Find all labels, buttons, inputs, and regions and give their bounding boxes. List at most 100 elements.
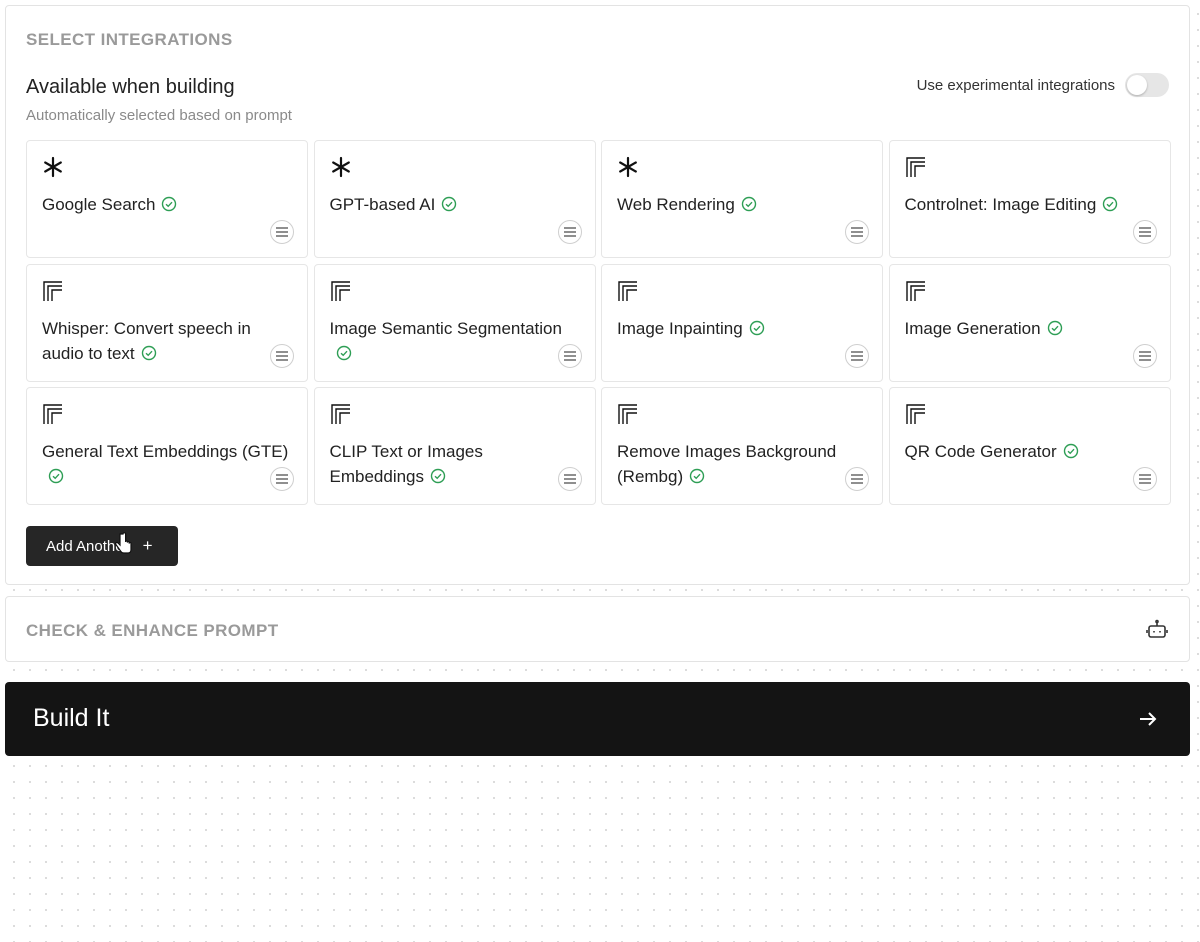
menu-lines-icon <box>276 474 288 484</box>
integration-name: Google Search <box>42 195 156 214</box>
integration-card-label: GPT-based AI <box>330 192 578 217</box>
integration-name: CLIP Text or Images Embeddings <box>329 442 483 486</box>
enhance-panel[interactable]: CHECK & ENHANCE PROMPT <box>5 596 1190 662</box>
integration-card[interactable]: Image Inpainting <box>601 263 883 382</box>
card-menu-button[interactable] <box>845 343 869 368</box>
integrations-section-title: SELECT INTEGRATIONS <box>26 30 233 49</box>
menu-lines-icon <box>851 227 863 237</box>
replicate-icon <box>905 157 925 177</box>
menu-lines-icon <box>851 350 863 361</box>
integration-card-label: Web Rendering <box>617 192 865 217</box>
available-subtitle: Automatically selected based on prompt <box>26 107 292 124</box>
integration-card-label: CLIP Text or Images Embeddings <box>330 439 578 489</box>
check-circle-icon <box>1047 320 1062 335</box>
card-menu-button[interactable] <box>557 467 582 491</box>
replicate-icon <box>618 404 637 424</box>
integration-name: Web Rendering <box>617 195 735 214</box>
integration-card[interactable]: Remove Images Background (Rembg) <box>601 387 883 505</box>
hand-cursor-icon <box>115 532 132 554</box>
integration-name: General Text Embeddings (GTE) <box>42 442 289 461</box>
robot-icon[interactable] <box>1145 618 1169 642</box>
available-title: Available when building <box>26 76 235 98</box>
replicate-icon <box>330 280 350 301</box>
check-circle-icon <box>336 345 351 360</box>
integration-name: GPT-based AI <box>329 195 436 214</box>
integration-name: Image Inpainting <box>617 318 743 338</box>
menu-lines-icon <box>851 474 863 484</box>
card-menu-button[interactable] <box>270 220 294 244</box>
check-circle-icon <box>141 345 156 360</box>
menu-lines-icon <box>276 227 288 237</box>
integration-card[interactable]: CLIP Text or Images Embeddings <box>313 387 596 505</box>
menu-lines-icon <box>1138 350 1151 361</box>
check-circle-icon <box>48 468 64 484</box>
add-another-button[interactable]: Add Another + <box>26 526 178 566</box>
replicate-icon <box>618 280 637 301</box>
integration-card[interactable]: Image Semantic Segmentation <box>313 263 596 382</box>
card-menu-button[interactable] <box>557 343 582 368</box>
check-circle-icon <box>689 468 705 484</box>
integration-card[interactable]: Controlnet: Image Editing <box>888 140 1171 258</box>
menu-lines-icon <box>1138 227 1151 237</box>
replicate-icon <box>330 404 350 424</box>
integration-card[interactable]: Whisper: Convert speech in audio to text <box>26 263 308 382</box>
experimental-toggle-label: Use experimental integrations <box>916 76 1115 94</box>
check-circle-icon <box>1103 196 1118 212</box>
integration-card[interactable]: QR Code Generator <box>888 387 1171 505</box>
asterisk-icon <box>44 156 62 178</box>
integration-card-label: Image Semantic Segmentation <box>330 316 578 366</box>
integration-grid: Google Search GPT-based AI Web Rendering Co… <box>26 140 1171 505</box>
integration-name: Image Semantic Segmentation <box>329 318 562 338</box>
integration-name: Image Generation <box>904 318 1041 338</box>
asterisk-icon <box>331 156 350 178</box>
check-circle-icon <box>741 196 757 212</box>
build-it-label: Build It <box>33 704 110 732</box>
toggle-knob <box>1127 75 1147 95</box>
integration-card-label: Controlnet: Image Editing <box>905 192 1153 217</box>
integration-name: QR Code Generator <box>904 442 1057 461</box>
integration-card[interactable]: Google Search <box>26 140 308 258</box>
integration-card-label: Image Generation <box>905 316 1153 341</box>
integration-card[interactable]: Web Rendering <box>601 140 883 258</box>
check-circle-icon <box>430 468 446 484</box>
check-circle-icon <box>1063 443 1078 459</box>
integrations-panel: SELECT INTEGRATIONS Available when build… <box>5 5 1190 585</box>
integration-card[interactable]: Image Generation <box>888 263 1171 382</box>
replicate-icon <box>905 280 925 301</box>
card-menu-button[interactable] <box>1132 467 1157 491</box>
integration-card-label: Google Search <box>42 192 290 217</box>
integration-card[interactable]: General Text Embeddings (GTE) <box>26 387 308 505</box>
menu-lines-icon <box>563 350 576 361</box>
integration-card-label: Remove Images Background (Rembg) <box>617 439 865 489</box>
card-menu-button[interactable] <box>1132 220 1157 244</box>
check-circle-icon <box>162 196 177 212</box>
menu-lines-icon <box>563 474 576 484</box>
menu-lines-icon <box>563 227 576 237</box>
replicate-icon <box>43 280 62 301</box>
experimental-toggle-row: Use experimental integrations <box>917 73 1169 97</box>
integration-name: Controlnet: Image Editing <box>904 195 1097 214</box>
integration-card[interactable]: GPT-based AI <box>313 140 596 258</box>
integration-card-label: QR Code Generator <box>905 439 1153 464</box>
menu-lines-icon <box>276 350 288 361</box>
menu-lines-icon <box>1138 474 1151 484</box>
replicate-icon <box>905 404 925 424</box>
check-circle-icon <box>442 196 457 212</box>
build-it-button[interactable]: Build It <box>5 682 1190 756</box>
card-menu-button[interactable] <box>845 220 869 244</box>
integration-name: Remove Images Background (Rembg) <box>617 442 837 486</box>
card-menu-button[interactable] <box>1132 343 1157 368</box>
integration-card-label: Image Inpainting <box>617 316 865 341</box>
enhance-section-title: CHECK & ENHANCE PROMPT <box>26 621 279 640</box>
plus-icon: + <box>142 536 153 555</box>
card-menu-button[interactable] <box>270 343 294 368</box>
replicate-icon <box>43 404 62 424</box>
check-circle-icon <box>749 320 764 335</box>
asterisk-icon <box>619 156 637 178</box>
card-menu-button[interactable] <box>270 467 294 491</box>
integration-card-label: Whisper: Convert speech in audio to text <box>42 316 290 366</box>
card-menu-button[interactable] <box>557 220 582 244</box>
experimental-toggle[interactable] <box>1125 73 1169 97</box>
card-menu-button[interactable] <box>845 467 869 491</box>
arrow-right-icon <box>1140 712 1157 726</box>
